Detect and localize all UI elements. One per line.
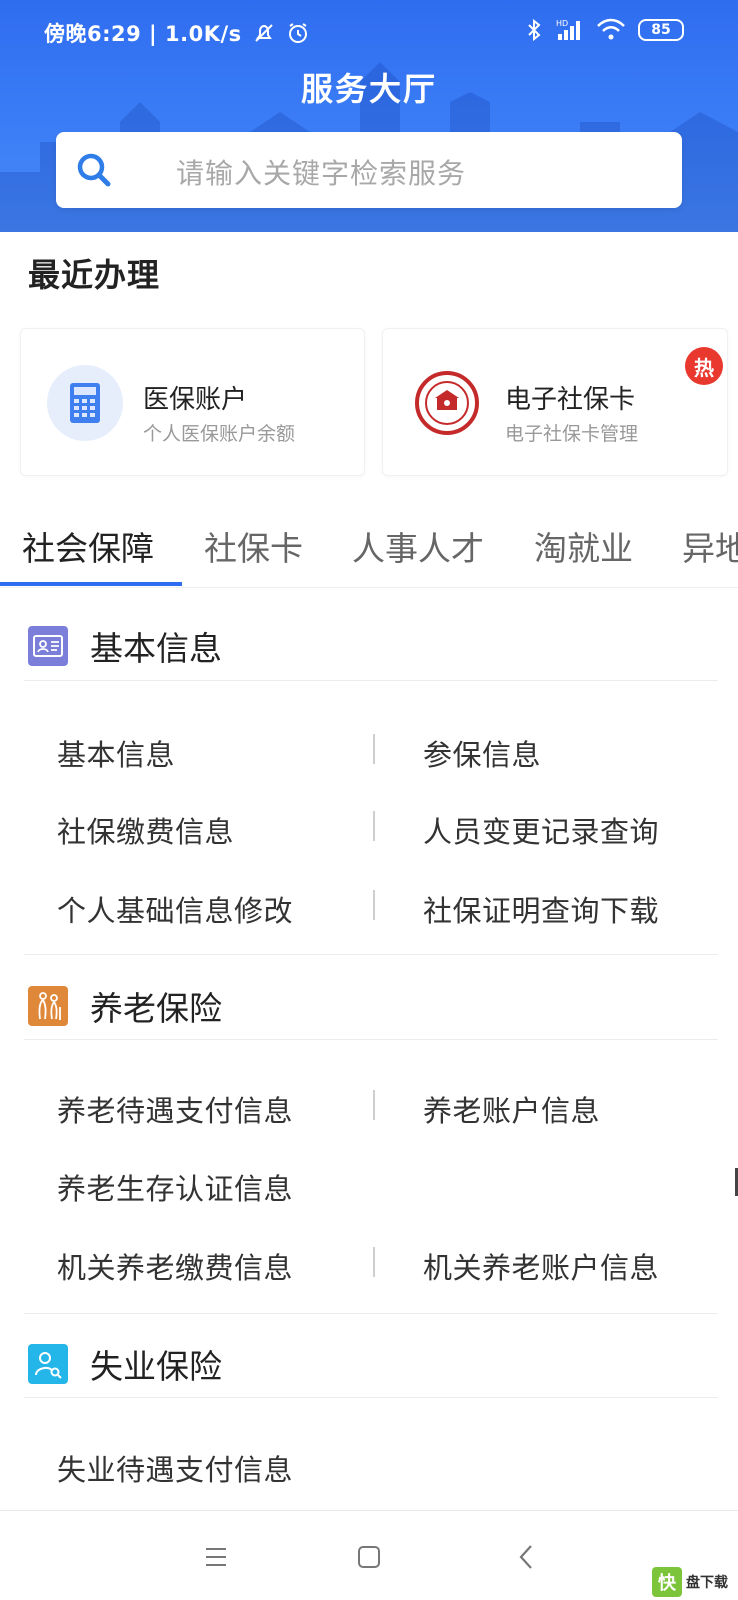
section-header-basic-info: 基本信息 — [28, 622, 222, 670]
user-search-icon — [28, 1344, 68, 1384]
svg-text:HD: HD — [556, 19, 568, 28]
page-title: 服务大厅 — [300, 70, 437, 108]
elderly-icon — [28, 986, 68, 1026]
category-tabs: 社会保障 社保卡 人事人才 淘就业 异地 — [0, 512, 738, 588]
card-title: 医保账户 — [143, 385, 248, 415]
status-bar: 傍晚6:29 | 1.0K/s HD 85 — [0, 14, 738, 54]
search-icon — [77, 153, 111, 187]
section-header-unemployment: 失业保险 — [28, 1340, 222, 1388]
card-subtitle: 个人医保账户余额 — [143, 423, 296, 445]
section-title: 养老保险 — [90, 989, 222, 1028]
header: 傍晚6:29 | 1.0K/s HD 85 服务大厅 请输入关键字检索服务 — [0, 0, 738, 232]
separator — [373, 1090, 375, 1120]
search-placeholder: 请输入关键字检索服务 — [176, 157, 467, 190]
watermark-logo: 快 — [652, 1567, 682, 1597]
menu-icon[interactable] — [196, 1537, 236, 1577]
home-icon[interactable] — [349, 1537, 389, 1577]
active-tab-indicator — [0, 582, 182, 586]
bell-muted-icon — [254, 24, 273, 42]
service-link[interactable]: 参保信息 — [423, 732, 541, 774]
service-link[interactable]: 个人基础信息修改 — [57, 888, 293, 930]
tab-remote[interactable]: 异地 — [682, 522, 738, 570]
section-title: 基本信息 — [90, 629, 222, 668]
card-subtitle: 电子社保卡管理 — [505, 423, 639, 445]
recent-title: 最近办理 — [28, 256, 161, 294]
hot-badge: 热 — [685, 347, 723, 385]
id-card-icon — [28, 626, 68, 666]
calculator-icon — [47, 365, 123, 441]
separator — [373, 734, 375, 764]
separator — [373, 811, 375, 841]
divider — [24, 680, 718, 681]
service-link[interactable]: 养老待遇支付信息 — [57, 1088, 293, 1130]
service-link[interactable]: 养老账户信息 — [423, 1088, 600, 1130]
tab-employment[interactable]: 淘就业 — [534, 522, 633, 570]
recent-card-e-social-security[interactable]: 电子社保卡 电子社保卡管理 热 — [382, 328, 728, 476]
recent-card-medical-account[interactable]: 医保账户 个人医保账户余额 — [20, 328, 365, 476]
social-security-card-icon — [409, 365, 485, 441]
watermark: 快 盘下载 — [652, 1567, 728, 1597]
service-link[interactable]: 机关养老账户信息 — [423, 1245, 659, 1287]
service-link[interactable]: 人员变更记录查询 — [423, 809, 659, 851]
divider — [24, 954, 718, 955]
separator — [373, 890, 375, 920]
tab-social-card[interactable]: 社保卡 — [204, 522, 303, 570]
signal-icon: HD — [556, 19, 580, 40]
divider — [24, 1397, 718, 1398]
service-link[interactable]: 社保证明查询下载 — [423, 888, 659, 930]
section-header-pension: 养老保险 — [28, 982, 222, 1030]
tab-personnel[interactable]: 人事人才 — [352, 522, 484, 570]
separator — [373, 1247, 375, 1277]
status-time: 傍晚6:29 | 1.0K/s — [44, 22, 242, 46]
divider — [24, 1313, 718, 1314]
service-link[interactable]: 机关养老缴费信息 — [57, 1245, 293, 1287]
section-title: 失业保险 — [90, 1347, 222, 1386]
alarm-clock-icon — [288, 23, 307, 43]
bluetooth-icon — [528, 18, 541, 42]
wifi-icon — [597, 18, 625, 40]
service-link[interactable]: 基本信息 — [57, 732, 175, 774]
divider — [0, 587, 738, 588]
system-navbar: 快 盘下载 — [0, 1510, 738, 1600]
card-title: 电子社保卡 — [505, 385, 636, 415]
back-icon[interactable] — [506, 1537, 546, 1577]
search-input[interactable]: 请输入关键字检索服务 — [56, 132, 682, 208]
service-link[interactable]: 失业待遇支付信息 — [57, 1447, 293, 1489]
service-link[interactable]: 社保缴费信息 — [57, 809, 234, 851]
watermark-text: 盘下载 — [686, 1575, 728, 1591]
battery-indicator: 85 — [638, 19, 684, 41]
service-link[interactable]: 养老生存认证信息 — [57, 1166, 293, 1208]
tab-social-security[interactable]: 社会保障 — [22, 522, 154, 570]
divider — [24, 1039, 718, 1040]
